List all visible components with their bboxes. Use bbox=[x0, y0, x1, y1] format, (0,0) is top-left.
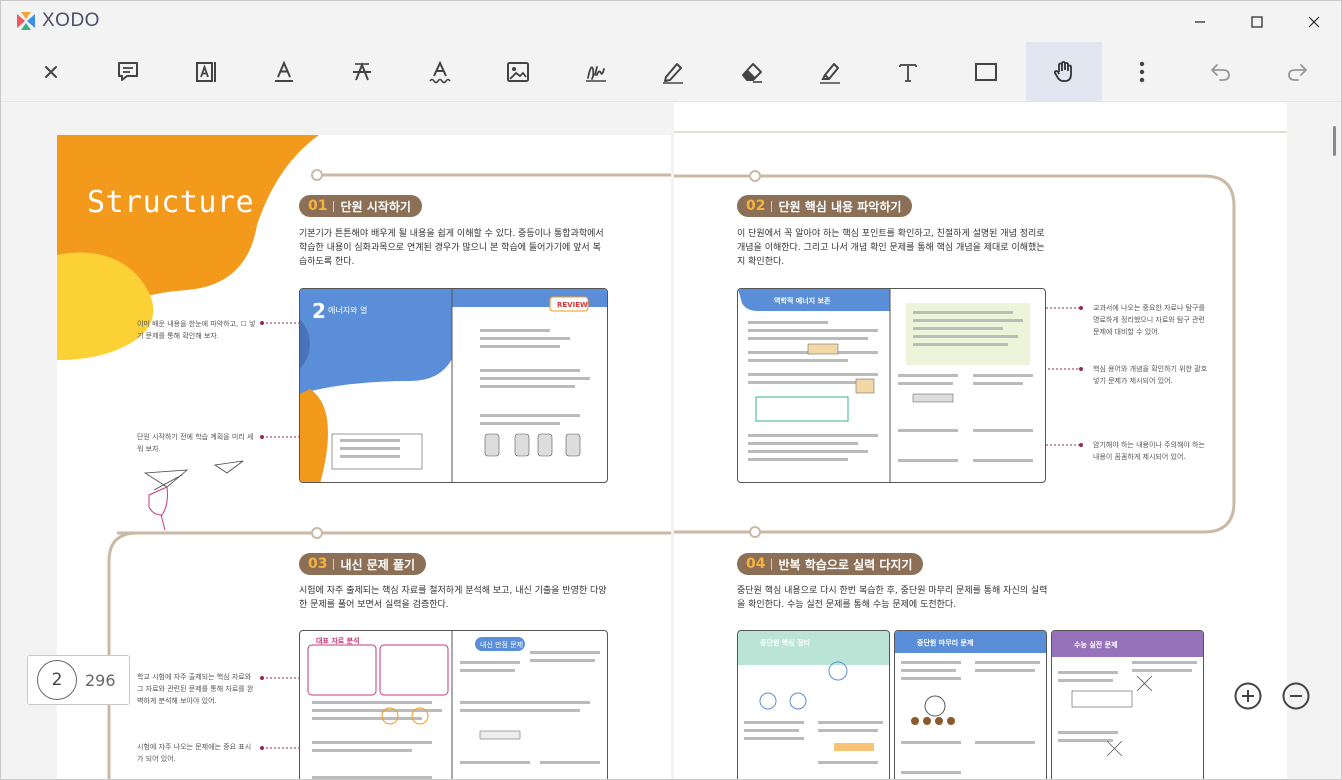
pdf-page-right: 02 단원 핵심 내용 파악하기 이 단원에서 꼭 알아야 하는 핵심 포인트를… bbox=[674, 102, 1287, 779]
vertical-scrollbar[interactable] bbox=[1333, 126, 1336, 156]
rectangle-icon bbox=[975, 62, 997, 81]
close-window-icon bbox=[1308, 16, 1319, 27]
section-desc-01: 기본기가 튼튼해야 배우게 될 내용을 쉽게 이해할 수 있다. 중등이나 통합… bbox=[299, 229, 604, 267]
section-desc-04: 중단원 핵심 내용으로 다시 한번 복습한 후, 중단원 마무리 문제를 통해 … bbox=[737, 586, 1048, 610]
thumbnail-art: 중단원 핵심 정리 bbox=[738, 631, 889, 764]
more-button[interactable] bbox=[1104, 42, 1180, 101]
free-text-icon bbox=[196, 61, 216, 82]
note-left-1: 이미 배운 내용을 한눈에 파악하고, ☐ 넣기 문제를 통해 확인해 보자. bbox=[137, 320, 256, 340]
pdf-page-left: Structure 01 단원 시작하기 기본기가 튼튼해야 배우게 될 내용을… bbox=[57, 135, 671, 779]
thumbnail-core-concepts: 역학적 에너지 보존 bbox=[737, 288, 1046, 483]
data-label: 대표 자료 분석 bbox=[316, 636, 360, 645]
squiggly-tool[interactable] bbox=[402, 42, 478, 101]
pen-icon bbox=[663, 62, 683, 84]
section-badge-02: 02 단원 핵심 내용 파악하기 bbox=[737, 195, 913, 217]
comment-tool[interactable] bbox=[90, 42, 166, 101]
close-window-button[interactable] bbox=[1285, 1, 1341, 42]
image-icon bbox=[507, 61, 529, 82]
signature-tool[interactable] bbox=[558, 42, 634, 101]
thumbnail-chapter-intro: 2 REVIEW 에너지와 열 bbox=[299, 288, 608, 483]
current-page-number[interactable]: 2 bbox=[37, 660, 77, 700]
thumbnail-csat: 수능 실전 문제 bbox=[1051, 630, 1204, 779]
close-tools-button[interactable] bbox=[13, 42, 89, 101]
chapter-title: 에너지와 열 bbox=[328, 305, 367, 315]
minimize-icon bbox=[1194, 20, 1205, 23]
page-counter[interactable]: 2 296 bbox=[27, 655, 130, 705]
thumbnail-art: 대표 자료 분석 내신 만점 문제 bbox=[307, 631, 600, 779]
redo-icon bbox=[1288, 63, 1307, 81]
thumbnail-mid-quiz: 중단원 마무리 문제 bbox=[894, 630, 1047, 779]
app-logo: XODO bbox=[15, 10, 100, 32]
underline-icon bbox=[275, 59, 293, 82]
signature-icon bbox=[586, 65, 606, 82]
eraser-tool[interactable] bbox=[714, 42, 790, 101]
highlighter-tool[interactable] bbox=[792, 42, 868, 101]
thumbnail-art: 수능 실전 문제 bbox=[1052, 631, 1203, 757]
app-name: XODO bbox=[42, 10, 100, 31]
underline-tool[interactable] bbox=[246, 42, 322, 101]
xodo-logo-icon bbox=[17, 12, 35, 30]
pen-tool[interactable] bbox=[635, 42, 711, 101]
text-tool[interactable] bbox=[870, 42, 946, 101]
title-bar: XODO bbox=[1, 1, 1341, 42]
section-desc-03: 시험에 자주 출제되는 핵심 자료를 철저하게 분석해 보고, 내신 기출을 반… bbox=[299, 586, 607, 610]
text-icon bbox=[899, 63, 917, 82]
squiggly-icon bbox=[429, 60, 451, 83]
thumbnail-art: 2 REVIEW 에너지와 열 bbox=[300, 289, 607, 482]
document-viewport[interactable]: Structure 01 단원 시작하기 기본기가 튼튼해야 배우게 될 내용을… bbox=[1, 102, 1341, 779]
section-badge-03: 03 내신 문제 풀기 bbox=[299, 553, 427, 575]
minimize-button[interactable] bbox=[1171, 1, 1228, 42]
maximize-icon bbox=[1250, 15, 1263, 28]
mid-label: 중단원 핵심 정리 bbox=[760, 638, 810, 647]
section-desc-02: 이 단원에서 꼭 알아야 하는 핵심 포인트를 확인하고, 친절하게 설명된 개… bbox=[737, 229, 1045, 267]
section-badge-01: 01 단원 시작하기 bbox=[299, 195, 422, 217]
note-left-4: 시험에 자주 나오는 문제에는 중요 표시가 되어 있어. bbox=[137, 743, 252, 763]
thumbnail-data-analysis: 대표 자료 분석 내신 만점 문제 bbox=[299, 630, 608, 779]
undo-icon bbox=[1211, 63, 1230, 81]
note-right-1: 교과서에 나오는 중요한 자료나 탐구를 명료하게 정리했으니 자료와 탐구 관… bbox=[1093, 304, 1205, 336]
mid-quiz-label: 중단원 마무리 문제 bbox=[917, 638, 973, 647]
close-icon bbox=[45, 65, 57, 78]
zoom-in-button[interactable] bbox=[1233, 681, 1263, 711]
review-label: REVIEW bbox=[557, 301, 588, 309]
zoom-in-icon bbox=[1234, 682, 1262, 710]
zoom-out-button[interactable] bbox=[1281, 681, 1311, 711]
basic-label: 내신 만점 문제 bbox=[480, 640, 523, 649]
section-badge-04: 04 반복 학습으로 실력 다지기 bbox=[737, 553, 924, 575]
cover-title: Structure bbox=[87, 185, 255, 220]
free-text-tool[interactable] bbox=[168, 42, 244, 101]
xodo-window: XODO Structure 01 단원 시작하기 기본기가 튼튼해야 배우게 … bbox=[0, 0, 1342, 780]
chapter-number: 2 bbox=[312, 299, 326, 323]
image-tool[interactable] bbox=[480, 42, 556, 101]
zoom-out-icon bbox=[1282, 682, 1310, 710]
more-vertical-icon bbox=[1139, 61, 1145, 82]
redo-button[interactable] bbox=[1260, 42, 1336, 101]
thumbnail-art: 역학적 에너지 보존 bbox=[738, 289, 1033, 482]
core-label: 역학적 에너지 보존 bbox=[774, 296, 831, 305]
note-left-3: 학교 시험에 자주 출제되는 핵심 자료와 그 자료와 관련된 문제를 통해 자… bbox=[137, 673, 254, 705]
undo-button[interactable] bbox=[1182, 42, 1258, 101]
note-right-2: 핵심 용어와 개념을 확인하기 위한 괄호 넣기 문제가 제시되어 있어. bbox=[1093, 365, 1208, 385]
annotation-toolbar bbox=[1, 42, 1341, 102]
strikeout-tool[interactable] bbox=[324, 42, 400, 101]
thumbnail-art: 중단원 마무리 문제 bbox=[895, 631, 1046, 774]
total-pages: 296 bbox=[85, 670, 116, 690]
comment-icon bbox=[118, 61, 138, 81]
maximize-button[interactable] bbox=[1228, 1, 1285, 42]
highlighter-icon bbox=[820, 62, 840, 84]
strikeout-icon bbox=[353, 61, 371, 80]
csat-label: 수능 실전 문제 bbox=[1074, 640, 1118, 649]
note-right-3: 암기해야 하는 내용이나 주의해야 하는 내용이 꼼꼼하게 제시되어 있어. bbox=[1093, 441, 1205, 461]
thumbnail-summary: 중단원 핵심 정리 bbox=[737, 630, 890, 779]
hand-icon bbox=[1053, 60, 1072, 82]
eraser-icon bbox=[742, 62, 762, 83]
note-left-2: 단원 시작하기 전에 학습 계획을 미리 세워 보자. bbox=[137, 433, 254, 453]
rectangle-tool[interactable] bbox=[948, 42, 1024, 101]
pan-tool[interactable] bbox=[1026, 42, 1102, 101]
